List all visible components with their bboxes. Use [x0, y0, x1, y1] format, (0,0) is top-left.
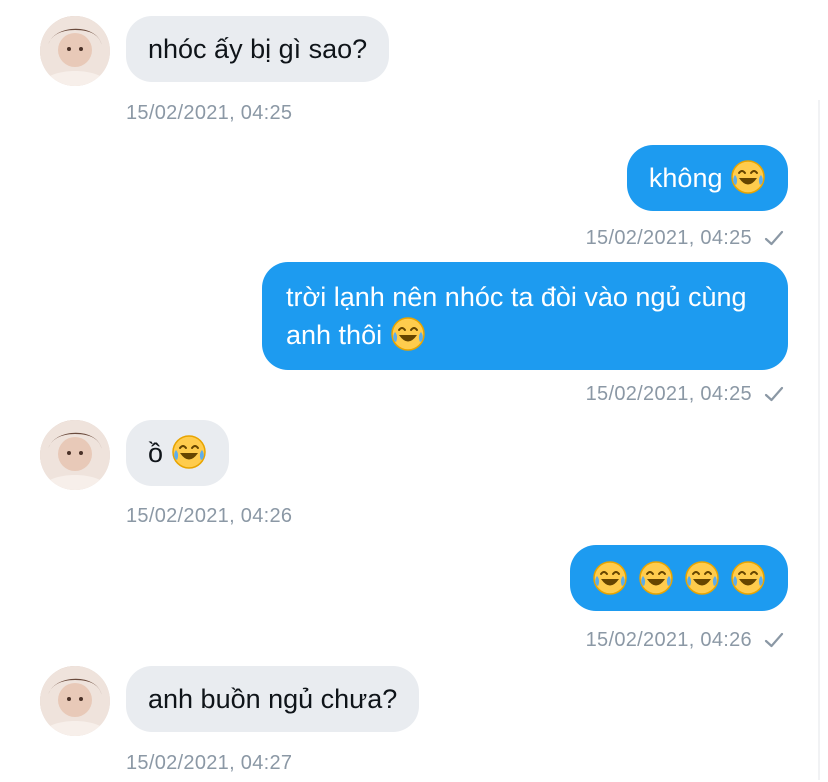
joy-emoji-icon	[730, 159, 766, 195]
timestamp-text: 15/02/2021, 04:25	[126, 102, 293, 124]
timestamp-text: 15/02/2021, 04:27	[126, 752, 293, 774]
message-timestamp: 15/02/2021, 04:25	[126, 102, 292, 125]
message-bubble-incoming[interactable]: nhóc ấy bị gì sao?	[126, 16, 390, 82]
message-text: trời lạnh nên nhóc ta đòi vào ngủ cùng a…	[286, 282, 747, 350]
message-timestamp: 15/02/2021, 04:25	[586, 382, 786, 406]
timestamp-text: 15/02/2021, 04:25	[585, 226, 752, 249]
joy-emoji-icon	[390, 316, 426, 352]
joy-emoji-icon	[171, 434, 207, 470]
check-icon	[764, 386, 784, 402]
check-icon	[764, 230, 784, 246]
avatar[interactable]	[40, 420, 110, 490]
joy-emoji-icon	[730, 560, 766, 596]
message-text: không	[648, 163, 723, 193]
avatar-image	[40, 420, 110, 490]
check-icon	[764, 632, 784, 648]
timestamp-text: 15/02/2021, 04:26	[126, 505, 293, 527]
scrollbar-track[interactable]	[818, 100, 820, 780]
avatar[interactable]	[40, 666, 110, 736]
message-timestamp: 15/02/2021, 04:27	[126, 752, 292, 775]
chat-thread: nhóc ấy bị gì sao? 15/02/2021, 04:25 khô…	[0, 0, 828, 782]
message-bubble-outgoing[interactable]: trời lạnh nên nhóc ta đòi vào ngủ cùng a…	[262, 262, 788, 370]
message-bubble-incoming[interactable]: anh buồn ngủ chưa?	[126, 666, 420, 732]
avatar-image	[40, 666, 110, 736]
message-text: ồ	[148, 438, 164, 468]
message-timestamp: 15/02/2021, 04:26	[586, 628, 786, 652]
timestamp-text: 15/02/2021, 04:26	[585, 628, 752, 651]
message-text: nhóc ấy bị gì sao?	[148, 34, 368, 64]
message-timestamp: 15/02/2021, 04:25	[586, 226, 786, 250]
message-bubble-incoming[interactable]: ồ	[126, 420, 229, 486]
avatar[interactable]	[40, 16, 110, 86]
message-timestamp: 15/02/2021, 04:26	[126, 505, 292, 528]
message-text: anh buồn ngủ chưa?	[148, 684, 398, 714]
message-bubble-outgoing[interactable]: không	[626, 145, 788, 211]
emoji-row	[592, 559, 766, 597]
message-bubble-outgoing[interactable]	[570, 545, 788, 611]
timestamp-text: 15/02/2021, 04:25	[585, 382, 752, 405]
joy-emoji-icon	[638, 560, 674, 596]
joy-emoji-icon	[684, 560, 720, 596]
joy-emoji-icon	[592, 560, 628, 596]
avatar-image	[40, 16, 110, 86]
